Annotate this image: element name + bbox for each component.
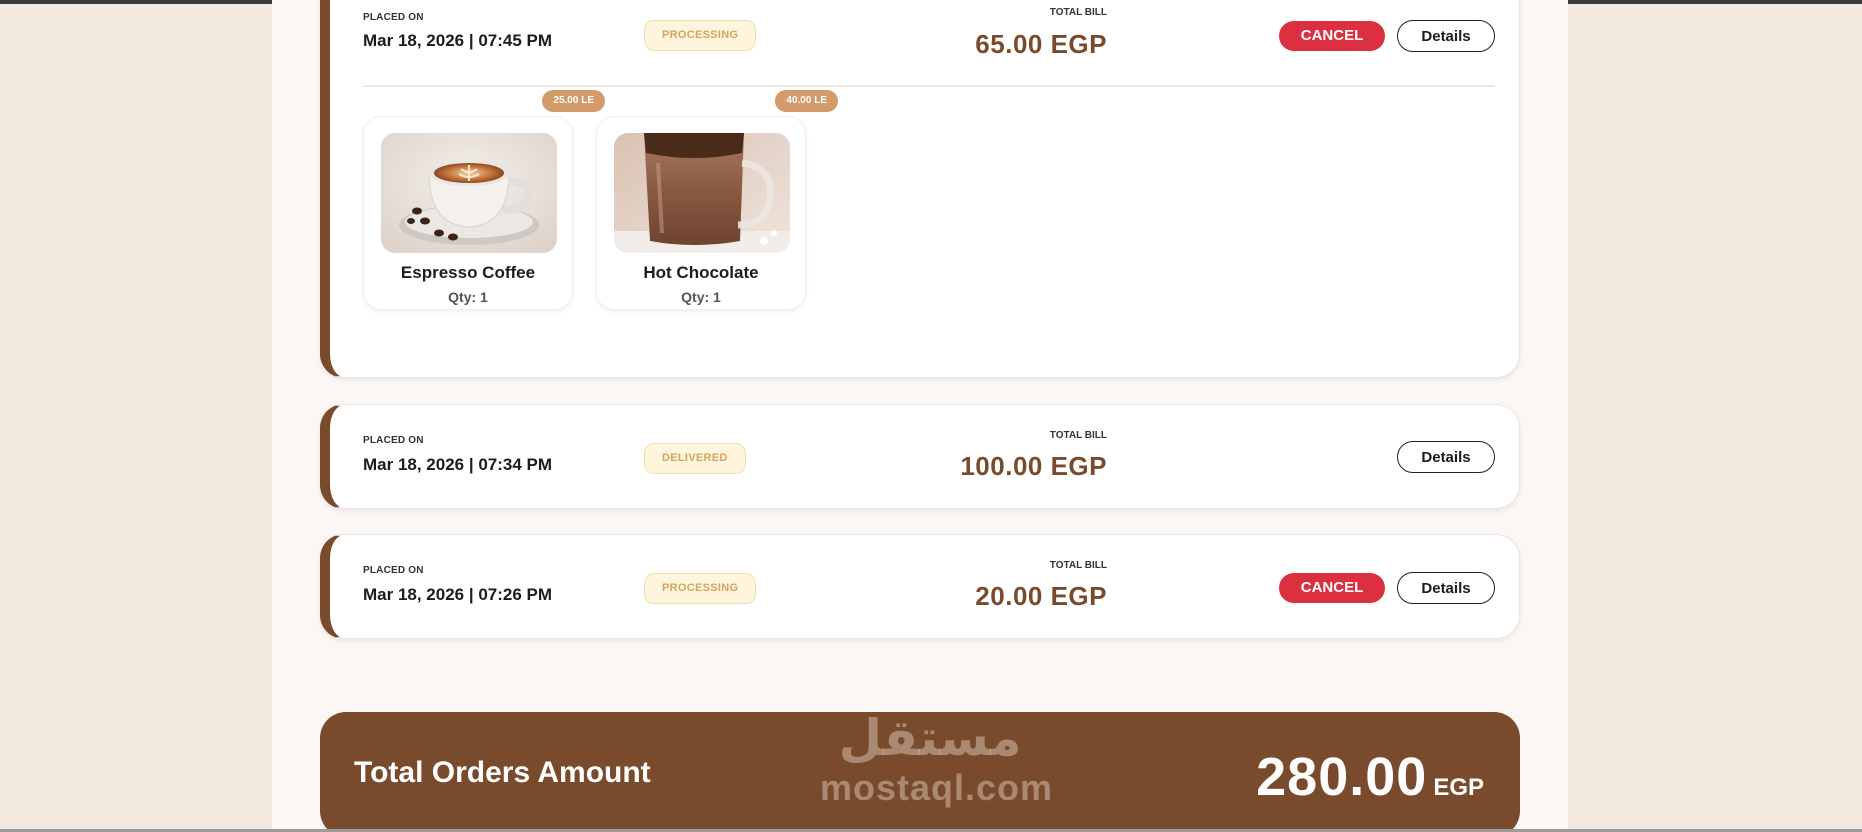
order-date: Mar 18, 2026 | 07:45 PM: [363, 31, 553, 50]
order-details-button[interactable]: Details: [1397, 572, 1495, 604]
order-date: Mar 18, 2026 | 07:26 PM: [363, 585, 553, 604]
placed-on-label: PLACED ON: [363, 435, 424, 446]
order-item-card: 40.00 LE Hot Chocolate Qty: 1: [596, 90, 838, 310]
item-price-badge: 40.00 LE: [775, 90, 838, 112]
item-quantity: Qty: 1: [448, 289, 488, 305]
order-card: PLACED ON Mar 18, 2026 | 07:26 PM PROCES…: [320, 534, 1520, 639]
total-amount-number: 280.00: [1256, 747, 1428, 807]
item-name: Espresso Coffee: [400, 263, 536, 282]
card-divider: [363, 85, 1495, 87]
total-orders-label: Total Orders Amount: [354, 756, 651, 789]
order-details-button[interactable]: Details: [1397, 441, 1495, 473]
total-bill-label: TOTAL BILL: [1049, 560, 1107, 571]
status-badge: DELIVERED: [644, 443, 746, 474]
cancel-order-button[interactable]: CANCEL: [1279, 21, 1385, 51]
hot-chocolate-glass-image: [614, 133, 790, 253]
placed-on-label: PLACED ON: [363, 12, 424, 23]
order-item-card: 25.00 LE Espresso Coffee Qty: 1: [363, 90, 605, 310]
status-badge: PROCESSING: [644, 20, 757, 51]
total-orders-amount: 280.00 EGP: [1256, 746, 1484, 808]
item-quantity: Qty: 1: [681, 289, 721, 305]
order-date: Mar 18, 2026 | 07:34 PM: [363, 455, 553, 474]
placed-on-label: PLACED ON: [363, 565, 424, 576]
status-badge: PROCESSING: [644, 573, 757, 604]
total-orders-bar: Total Orders Amount 280.00 EGP: [320, 712, 1520, 832]
total-bill-label: TOTAL BILL: [1049, 7, 1107, 18]
item-name: Hot Chocolate: [643, 263, 759, 282]
order-bill-amount: 100.00 EGP: [960, 451, 1107, 481]
order-card: PLACED ON Mar 18, 2026 | 07:34 PM DELIVE…: [320, 404, 1520, 509]
total-amount-currency: EGP: [1433, 774, 1484, 801]
order-bill-amount: 20.00 EGP: [975, 581, 1107, 611]
total-bill-label: TOTAL BILL: [1049, 430, 1107, 441]
item-price-badge: 25.00 LE: [542, 90, 605, 112]
espresso-cup-image: [381, 133, 557, 253]
order-card: PLACED ON Mar 18, 2026 | 07:45 PM PROCES…: [320, 0, 1520, 378]
order-details-button[interactable]: Details: [1397, 20, 1495, 52]
order-bill-amount: 65.00 EGP: [975, 29, 1107, 59]
cancel-order-button[interactable]: CANCEL: [1279, 573, 1385, 603]
